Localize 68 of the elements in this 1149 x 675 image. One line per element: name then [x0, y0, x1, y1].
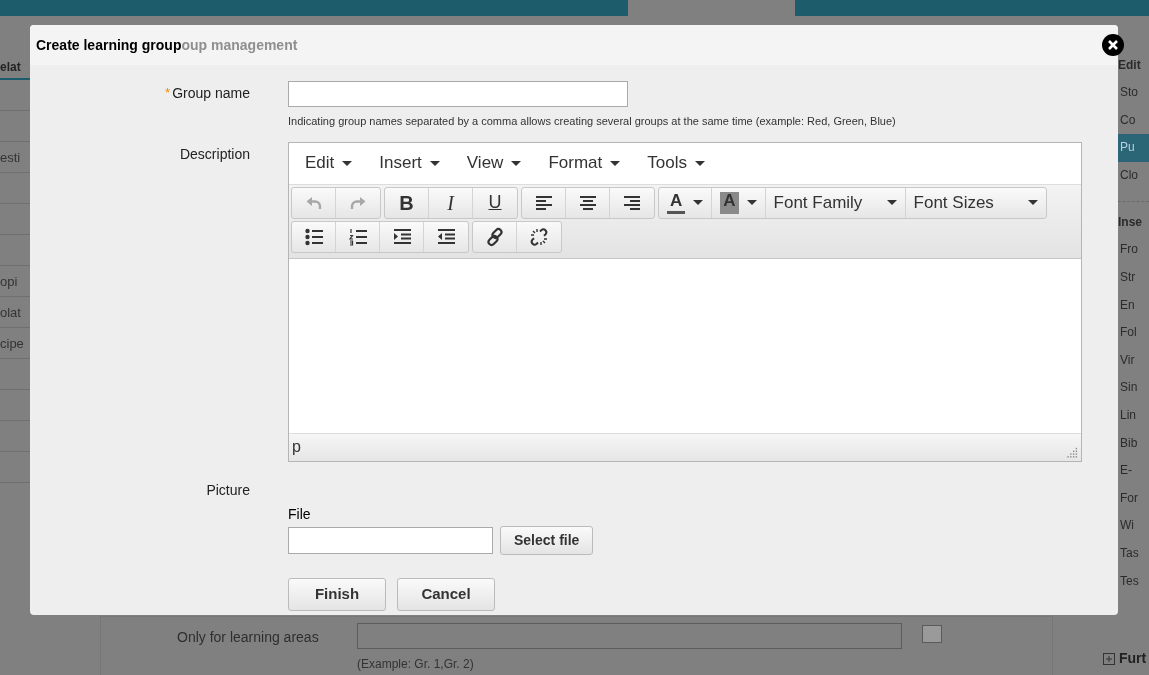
section-title: Inse — [1118, 214, 1143, 232]
file-field[interactable] — [288, 526, 493, 554]
background-heading: oup management — [181, 35, 298, 55]
caret-icon — [1027, 200, 1038, 205]
menu-item[interactable]: Fro — [1118, 236, 1149, 264]
menu-button[interactable]: Edit — [295, 150, 363, 176]
indent-icon — [391, 226, 412, 247]
resize-grip-icon — [1066, 445, 1078, 458]
caret-icon — [342, 160, 353, 166]
menu-button[interactable]: Tools — [637, 150, 715, 176]
menu-item[interactable]: E- — [1118, 457, 1149, 485]
input-field[interactable] — [357, 623, 902, 649]
menu-item[interactable]: Tas — [1118, 539, 1149, 568]
group-name-field[interactable] — [288, 81, 628, 107]
menu-button[interactable]: Insert — [369, 150, 450, 176]
caret-icon — [694, 160, 705, 166]
field-label: Description — [179, 145, 250, 162]
caret-icon — [693, 200, 704, 205]
font-select[interactable]: Font Family — [765, 187, 906, 218]
menu-item[interactable]: Lin — [1118, 401, 1149, 430]
field-label: Group name — [172, 85, 250, 101]
cancel-button[interactable]: Cancel — [397, 577, 495, 611]
caret-icon — [610, 160, 621, 166]
required-mark: * — [165, 85, 171, 100]
menu-item[interactable]: Tes — [1118, 567, 1149, 596]
menu-item[interactable]: Wi — [1118, 512, 1149, 540]
section-title: Furt — [1119, 649, 1147, 668]
numbered-list-icon — [347, 226, 368, 247]
close-icon[interactable] — [1102, 34, 1124, 56]
menu-item[interactable]: Sin — [1118, 374, 1149, 402]
unlink-icon — [529, 226, 549, 247]
menu-item[interactable]: Pu — [1118, 134, 1149, 162]
bold-button[interactable]: B — [385, 187, 429, 218]
background-color-button[interactable]: A — [712, 187, 766, 218]
section-title: Edit — [1118, 57, 1142, 74]
menu-button[interactable]: Format — [538, 150, 631, 176]
font-select[interactable]: Font Sizes — [905, 187, 1046, 218]
caret-icon — [886, 200, 897, 205]
field-label: Only for learning areas — [177, 628, 320, 647]
italic-button[interactable]: I — [429, 187, 473, 218]
menu-item[interactable]: Bib — [1118, 429, 1149, 458]
element-path: p — [292, 437, 301, 457]
hint-text: (Example: Gr. 1,Gr. 2) — [357, 656, 475, 673]
menu-item[interactable]: Clo — [1118, 161, 1149, 190]
menu-item[interactable]: Vir — [1118, 346, 1149, 375]
caret-icon — [429, 160, 440, 166]
field-label: Picture — [206, 481, 250, 498]
outdent-icon — [436, 226, 456, 247]
link-icon — [484, 226, 505, 247]
caret-icon — [746, 200, 757, 205]
expand-icon — [1103, 652, 1115, 665]
field-label: File — [288, 504, 312, 524]
menu-item[interactable]: For — [1118, 484, 1149, 513]
finish-button[interactable]: Finish — [288, 577, 386, 611]
menu-item[interactable]: Co — [1118, 106, 1149, 135]
menu-button[interactable]: View — [456, 150, 532, 176]
small-button[interactable] — [922, 625, 942, 643]
hint-text: Indicating group names separated by a comma allows creating several groups at the same time (example: Red, Green, Blue) — [288, 114, 897, 129]
underline-button[interactable]: U — [473, 187, 517, 218]
text-color-button[interactable]: A — [659, 187, 713, 218]
menu-item[interactable]: En — [1118, 291, 1149, 320]
menu-item[interactable]: Str — [1118, 263, 1149, 292]
bullet-list-icon — [303, 226, 324, 247]
menu-item[interactable]: Fol — [1118, 319, 1149, 347]
caret-icon — [511, 160, 522, 166]
dialog-title: Create learning group — [36, 35, 182, 55]
select-file-button[interactable]: Select file — [500, 525, 594, 555]
menu-item[interactable]: Sto — [1118, 79, 1149, 107]
